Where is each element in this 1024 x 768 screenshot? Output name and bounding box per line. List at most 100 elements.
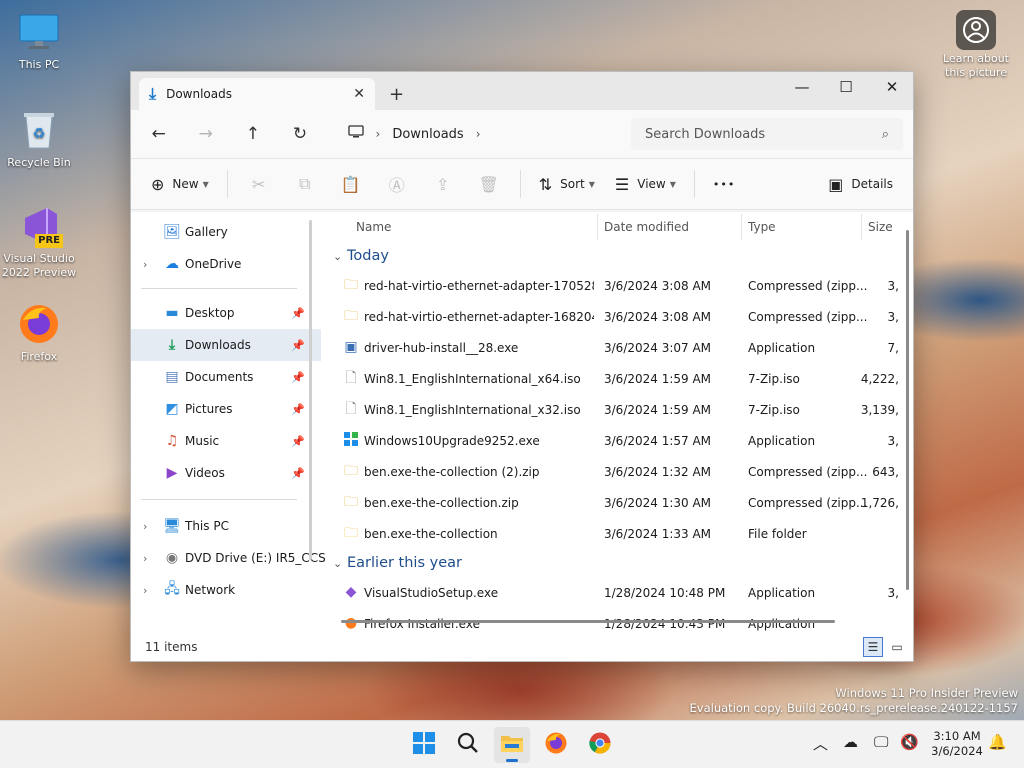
cloud-offline-icon[interactable]: ☁ bbox=[843, 733, 858, 751]
share-button[interactable]: ⇪ bbox=[420, 167, 466, 201]
column-header-type[interactable]: Type bbox=[748, 220, 776, 234]
sidebar-item-label: Documents bbox=[185, 370, 254, 384]
table-row[interactable]: 🗀 ben.exe-the-collection (2).zip 3/6/202… bbox=[323, 456, 913, 487]
back-button[interactable]: ← bbox=[141, 118, 176, 150]
close-window-button[interactable]: ✕ bbox=[869, 72, 913, 102]
chrome-taskbar-button[interactable] bbox=[582, 727, 618, 763]
desktop-icon-this-pc[interactable]: This PC bbox=[1, 10, 77, 72]
file-name: red-hat-virtio-ethernet-adapter-1705286.… bbox=[364, 279, 594, 293]
sidebar-item-documents[interactable]: ▤ Documents 📌 bbox=[131, 361, 321, 393]
group-header-earlier-this-year[interactable]: ⌄ Earlier this year bbox=[323, 549, 913, 577]
gallery-icon: 🖼 bbox=[163, 224, 181, 240]
sidebar-item-downloads[interactable]: ⤓ Downloads 📌 bbox=[131, 329, 321, 361]
search-button[interactable] bbox=[450, 727, 486, 763]
start-button[interactable] bbox=[406, 727, 442, 763]
pin-icon[interactable]: 📌 bbox=[291, 435, 305, 448]
sidebar-item-music[interactable]: ♫ Music 📌 bbox=[131, 425, 321, 457]
group-header-today[interactable]: ⌄ Today bbox=[323, 242, 913, 270]
table-row[interactable]: 🗋 Win8.1_EnglishInternational_x64.iso 3/… bbox=[323, 363, 913, 394]
learn-about-picture[interactable]: Learn about this picture bbox=[938, 10, 1014, 80]
table-row[interactable]: Windows10Upgrade9252.exe 3/6/2024 1:57 A… bbox=[323, 425, 913, 456]
sidebar-item-onedrive[interactable]: › ☁ OneDrive bbox=[131, 248, 321, 280]
column-header-name[interactable]: Name bbox=[356, 220, 391, 234]
file-size: 1,726, bbox=[860, 496, 899, 510]
tab-downloads[interactable]: ⤓ Downloads ✕ bbox=[139, 78, 375, 110]
firefox-taskbar-button[interactable] bbox=[538, 727, 574, 763]
pin-icon[interactable]: 📌 bbox=[291, 339, 305, 352]
sidebar-item-label: Gallery bbox=[185, 225, 228, 239]
table-row[interactable]: 🗀 red-hat-virtio-ethernet-adapter-170528… bbox=[323, 270, 913, 301]
sidebar-item-pictures[interactable]: ◩ Pictures 📌 bbox=[131, 393, 321, 425]
up-button[interactable]: ↑ bbox=[235, 118, 270, 150]
pin-icon[interactable]: 📌 bbox=[291, 467, 305, 480]
search-box[interactable]: Search Downloads ⌕ bbox=[631, 118, 903, 150]
cut-button[interactable]: ✂ bbox=[236, 167, 282, 201]
sidebar-item-videos[interactable]: ▶ Videos 📌 bbox=[131, 457, 321, 489]
pin-icon[interactable]: 📌 bbox=[291, 403, 305, 416]
search-input[interactable]: Search Downloads bbox=[645, 127, 882, 142]
pane-scrollbar[interactable] bbox=[309, 220, 312, 560]
new-button[interactable]: ⊕ New ▼ bbox=[141, 167, 219, 201]
column-header-size[interactable]: Size bbox=[868, 220, 893, 234]
table-row[interactable]: 🗀 red-hat-virtio-ethernet-adapter-168204… bbox=[323, 301, 913, 332]
address-folder[interactable]: Downloads bbox=[392, 127, 463, 142]
chevron-right-icon[interactable]: › bbox=[143, 520, 147, 533]
table-row[interactable]: ◆ VisualStudioSetup.exe 1/28/2024 10:48 … bbox=[323, 577, 913, 608]
command-bar: ⊕ New ▼ ✂ ⧉ 📋 Ⓐ ⇪ 🗑 ⇅ Sort ▼ ☰ View ▼ ••… bbox=[131, 158, 913, 210]
rename-button[interactable]: Ⓐ bbox=[374, 167, 420, 201]
address-bar[interactable]: › Downloads › bbox=[338, 118, 622, 150]
details-pane-button[interactable]: ▣ Details bbox=[818, 167, 903, 201]
refresh-button[interactable]: ↻ bbox=[282, 118, 317, 150]
sidebar-item-dvd-drive[interactable]: › ◉ DVD Drive (E:) IR5_CCS bbox=[131, 542, 326, 574]
pin-icon[interactable]: 📌 bbox=[291, 371, 305, 384]
new-tab-button[interactable]: + bbox=[389, 84, 404, 105]
table-row[interactable]: 🗋 Win8.1_EnglishInternational_x32.iso 3/… bbox=[323, 394, 913, 425]
maximize-button[interactable]: ☐ bbox=[823, 72, 869, 102]
paste-button[interactable]: 📋 bbox=[328, 167, 374, 201]
desktop-icon-firefox[interactable]: Firefox bbox=[1, 302, 77, 364]
sidebar-item-network[interactable]: › 🖧 Network bbox=[131, 574, 321, 606]
column-divider[interactable] bbox=[741, 214, 742, 240]
file-date: 3/6/2024 1:59 AM bbox=[604, 372, 712, 386]
speaker-muted-icon[interactable]: 🔇 bbox=[900, 733, 919, 751]
chevron-right-icon[interactable]: › bbox=[143, 584, 147, 597]
desktop-icon-visual-studio[interactable]: PRE Visual Studio 2022 Preview bbox=[1, 204, 77, 280]
content-area: 🖼 Gallery › ☁ OneDrive ▬ Desktop 📌 ⤓ Dow… bbox=[131, 212, 913, 633]
notification-bell-icon[interactable]: 🔔 bbox=[988, 733, 1007, 751]
forward-button[interactable]: → bbox=[188, 118, 223, 150]
close-tab-icon[interactable]: ✕ bbox=[353, 86, 365, 102]
column-header-date[interactable]: Date modified bbox=[604, 220, 689, 234]
clock[interactable]: 3:10 AM 3/6/2024 bbox=[924, 729, 990, 759]
chevron-up-icon[interactable]: ︿ bbox=[813, 733, 828, 754]
horizontal-scrollbar[interactable] bbox=[341, 620, 835, 623]
picture-icon: ◩ bbox=[165, 401, 179, 417]
chevron-right-icon[interactable]: › bbox=[143, 552, 147, 565]
file-explorer-taskbar-button[interactable] bbox=[494, 727, 530, 763]
tiles-view-button[interactable]: ▭ bbox=[887, 637, 907, 657]
network-icon[interactable]: 🖵 bbox=[874, 733, 888, 751]
table-row[interactable]: 🗀 ben.exe-the-collection.zip 3/6/2024 1:… bbox=[323, 487, 913, 518]
table-row[interactable]: 🗀 ben.exe-the-collection 3/6/2024 1:33 A… bbox=[323, 518, 913, 549]
file-explorer-window: ⤓ Downloads ✕ + — ☐ ✕ ← → ↑ ↻ › Download… bbox=[130, 71, 914, 662]
chevron-right-icon[interactable]: › bbox=[476, 127, 481, 141]
chevron-right-icon[interactable]: › bbox=[143, 258, 147, 271]
minimize-button[interactable]: — bbox=[779, 72, 825, 102]
vertical-scrollbar[interactable] bbox=[906, 230, 909, 590]
monitor-icon bbox=[17, 10, 61, 54]
clock-date: 3/6/2024 bbox=[931, 744, 983, 758]
sidebar-item-desktop[interactable]: ▬ Desktop 📌 bbox=[131, 297, 321, 329]
pin-icon[interactable]: 📌 bbox=[291, 307, 305, 320]
view-button[interactable]: ☰ View ▼ bbox=[605, 167, 686, 201]
copy-button[interactable]: ⧉ bbox=[282, 167, 328, 201]
more-options-button[interactable]: ••• bbox=[703, 167, 745, 201]
table-row[interactable]: ▣ driver-hub-install__28.exe 3/6/2024 3:… bbox=[323, 332, 913, 363]
sidebar-item-gallery[interactable]: 🖼 Gallery bbox=[131, 216, 321, 248]
details-label: Details bbox=[851, 177, 893, 191]
column-divider[interactable] bbox=[861, 214, 862, 240]
delete-button[interactable]: 🗑 bbox=[466, 167, 512, 201]
desktop-icon-recycle-bin[interactable]: ♻ Recycle Bin bbox=[1, 108, 77, 170]
sort-button[interactable]: ⇅ Sort ▼ bbox=[529, 167, 605, 201]
column-divider[interactable] bbox=[597, 214, 598, 240]
sidebar-item-this-pc[interactable]: › 🖥 This PC bbox=[131, 510, 321, 542]
details-view-button[interactable]: ☰ bbox=[863, 637, 883, 657]
